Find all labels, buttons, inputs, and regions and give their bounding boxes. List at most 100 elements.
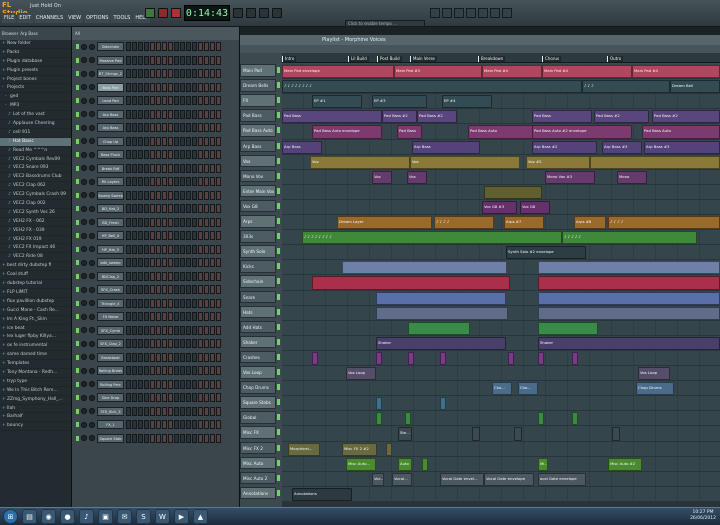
channel-name-button[interactable]: Sine Drop bbox=[97, 393, 124, 403]
track-mute-led[interactable] bbox=[277, 82, 280, 89]
browser-item[interactable]: ♪ Applause Cheering bbox=[0, 120, 71, 129]
track-mute-led[interactable] bbox=[277, 323, 280, 330]
channel-mute-led[interactable] bbox=[76, 422, 79, 428]
pattern-clip[interactable] bbox=[312, 276, 510, 290]
track-name-button[interactable]: Vox Loop bbox=[240, 366, 276, 379]
step-button[interactable] bbox=[132, 42, 137, 52]
song-mode-button[interactable] bbox=[246, 8, 256, 18]
pattern-clip[interactable]: ♪ ♪ ♪ ♪ ♪ ♪ ♪ ♪ bbox=[302, 231, 562, 245]
step-button[interactable] bbox=[180, 244, 185, 254]
pattern-clip[interactable] bbox=[376, 306, 508, 320]
step-button[interactable] bbox=[186, 258, 191, 268]
step-button[interactable] bbox=[204, 69, 209, 79]
step-button[interactable] bbox=[174, 406, 179, 416]
step-button[interactable] bbox=[156, 55, 161, 65]
step-button[interactable] bbox=[150, 96, 155, 106]
step-button[interactable] bbox=[216, 258, 221, 268]
pattern-clip[interactable]: Vox #2 bbox=[526, 155, 590, 169]
step-button[interactable] bbox=[138, 433, 143, 443]
step-button[interactable] bbox=[132, 285, 137, 295]
pattern-clip[interactable] bbox=[538, 276, 720, 290]
pattern-clip[interactable]: Pad Bass #2 bbox=[652, 110, 720, 124]
step-button[interactable] bbox=[204, 271, 209, 281]
step-button[interactable] bbox=[180, 231, 185, 241]
step-button[interactable] bbox=[204, 433, 209, 443]
step-button[interactable] bbox=[216, 379, 221, 389]
step-button[interactable] bbox=[210, 136, 215, 146]
step-button[interactable] bbox=[180, 204, 185, 214]
step-button[interactable] bbox=[132, 190, 137, 200]
channel-name-button[interactable]: Breakbeat bbox=[97, 352, 124, 362]
step-button[interactable] bbox=[174, 366, 179, 376]
step-button[interactable] bbox=[138, 163, 143, 173]
step-button[interactable] bbox=[162, 312, 167, 322]
step-button[interactable] bbox=[126, 109, 131, 119]
browser-icon[interactable] bbox=[478, 8, 488, 18]
track-mute-led[interactable] bbox=[277, 353, 280, 360]
pattern-clip[interactable]: Pad Bass Auto envelope bbox=[312, 125, 382, 139]
step-button[interactable] bbox=[126, 366, 131, 376]
track-lane[interactable]: Misc Auto... Auto Mi... Misc Auto #2 bbox=[282, 456, 720, 472]
step-button[interactable] bbox=[150, 217, 155, 227]
step-button[interactable] bbox=[126, 379, 131, 389]
step-button[interactable] bbox=[180, 298, 185, 308]
step-button[interactable] bbox=[126, 96, 131, 106]
step-button[interactable] bbox=[132, 433, 137, 443]
step-button[interactable] bbox=[210, 339, 215, 349]
browser-item[interactable]: +Cool stuff bbox=[0, 271, 71, 281]
step-button[interactable] bbox=[210, 96, 215, 106]
track-mute-led[interactable] bbox=[277, 384, 280, 391]
step-button[interactable] bbox=[138, 217, 143, 227]
step-button[interactable] bbox=[186, 312, 191, 322]
channel-volume-knob[interactable] bbox=[89, 232, 95, 239]
step-button[interactable] bbox=[174, 433, 179, 443]
channel-pan-knob[interactable] bbox=[81, 259, 87, 266]
channel-pan-knob[interactable] bbox=[81, 354, 87, 361]
step-button[interactable] bbox=[210, 298, 215, 308]
step-button[interactable] bbox=[174, 244, 179, 254]
step-button[interactable] bbox=[192, 55, 197, 65]
track-lane[interactable]: Annotations bbox=[282, 486, 720, 502]
track-mute-led[interactable] bbox=[277, 444, 280, 451]
channel-pan-knob[interactable] bbox=[81, 124, 87, 131]
channel-mute-led[interactable] bbox=[76, 260, 79, 266]
step-button[interactable] bbox=[186, 150, 191, 160]
track-mute-led[interactable] bbox=[277, 399, 280, 406]
step-button[interactable] bbox=[186, 379, 191, 389]
channel-name-button[interactable]: Bass Pad bbox=[97, 82, 124, 92]
track-name-button[interactable]: Hats bbox=[240, 305, 276, 319]
step-button[interactable] bbox=[198, 258, 203, 268]
piano-roll-icon[interactable] bbox=[442, 8, 452, 18]
step-button[interactable] bbox=[216, 55, 221, 65]
plugin-picker-icon[interactable] bbox=[490, 8, 500, 18]
step-button[interactable] bbox=[180, 150, 185, 160]
step-button[interactable] bbox=[132, 244, 137, 254]
pattern-clip[interactable]: Mono Vox #3 bbox=[545, 170, 595, 184]
channel-pan-knob[interactable] bbox=[81, 111, 87, 118]
browser-item[interactable]: +We In This Bitch Rem... bbox=[0, 387, 71, 396]
track-name-button[interactable]: Shaker bbox=[240, 335, 276, 349]
channel-mute-led[interactable] bbox=[76, 138, 79, 144]
channel-volume-knob[interactable] bbox=[89, 367, 95, 374]
pattern-clip[interactable]: Auto bbox=[398, 457, 412, 471]
step-button[interactable] bbox=[144, 190, 149, 200]
step-button[interactable] bbox=[204, 55, 209, 65]
step-button[interactable] bbox=[132, 69, 137, 79]
step-button[interactable] bbox=[138, 136, 143, 146]
step-button[interactable] bbox=[126, 325, 131, 335]
track-lane[interactable] bbox=[282, 396, 720, 412]
channel-mute-led[interactable] bbox=[76, 287, 79, 293]
pattern-clip[interactable]: ♪ ♪ ♪ ♪ ♪ ♪ ♪ ♪ bbox=[282, 80, 582, 94]
browser-item[interactable]: +same damed time bbox=[0, 351, 71, 361]
step-button[interactable] bbox=[180, 217, 185, 227]
track-mute-led[interactable] bbox=[277, 202, 280, 209]
step-button[interactable] bbox=[204, 420, 209, 430]
step-button[interactable] bbox=[186, 285, 191, 295]
pattern-clip[interactable] bbox=[538, 412, 544, 426]
step-button[interactable] bbox=[144, 393, 149, 403]
channel-mute-led[interactable] bbox=[76, 300, 79, 306]
channel-volume-knob[interactable] bbox=[89, 219, 95, 226]
start-button[interactable]: ⊞ bbox=[3, 509, 18, 524]
step-button[interactable] bbox=[156, 352, 161, 362]
step-button[interactable] bbox=[174, 325, 179, 335]
